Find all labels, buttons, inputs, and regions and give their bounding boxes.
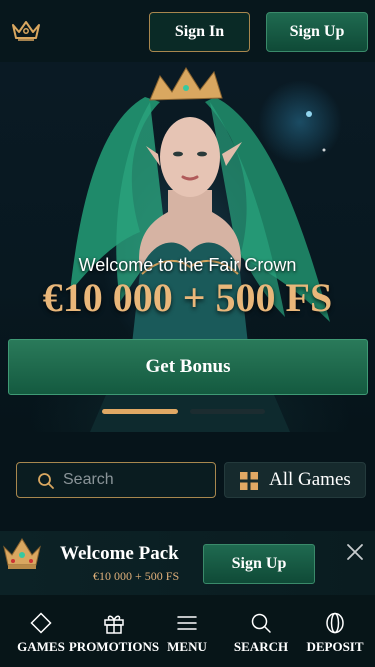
- crown-icon: [3, 538, 41, 569]
- diamond-icon: [30, 612, 52, 634]
- all-games-label: All Games: [269, 469, 351, 490]
- nav-item-promotions[interactable]: PROMOTIONS: [68, 595, 160, 667]
- close-icon[interactable]: [346, 543, 364, 561]
- sign-in-button[interactable]: Sign In: [149, 12, 250, 52]
- crown-icon[interactable]: [10, 19, 42, 43]
- hero-subtitle: Welcome to the Fair Crown: [78, 255, 297, 275]
- carousel-dot-active[interactable]: [102, 409, 178, 414]
- nav-label: PROMOTIONS: [68, 639, 160, 654]
- sign-up-button[interactable]: Sign Up: [266, 12, 368, 52]
- all-games-button[interactable]: All Games: [224, 462, 366, 498]
- nav-label: SEARCH: [233, 639, 289, 654]
- search-input[interactable]: [63, 463, 213, 497]
- coin-icon: [326, 612, 344, 634]
- grid-icon: [240, 472, 258, 490]
- promo-title: Welcome Pack: [60, 543, 179, 564]
- welcome-pack-banner: Welcome Pack €10 000 + 500 FS: [0, 531, 375, 595]
- gift-icon: [104, 615, 124, 634]
- carousel-indicator: [0, 409, 375, 415]
- search-icon: [38, 473, 54, 489]
- carousel-dot[interactable]: [190, 409, 265, 414]
- nav-label: GAMES: [17, 639, 65, 654]
- get-bonus-button[interactable]: Get Bonus: [8, 339, 368, 395]
- menu-icon: [177, 616, 197, 630]
- search-box[interactable]: [16, 462, 216, 498]
- bottom-nav: GAMES PROMOTIONS MENU SEARCH DEPOSIT: [0, 595, 375, 667]
- promo-sign-up-button[interactable]: Sign Up: [203, 544, 315, 584]
- promo-subtitle: €10 000 + 500 FS: [93, 569, 180, 583]
- nav-label: DEPOSIT: [306, 639, 364, 654]
- nav-label: MENU: [167, 639, 207, 654]
- hero-bonus-amount: €10 000 + 500 FS: [42, 275, 333, 320]
- nav-item-search[interactable]: SEARCH: [232, 595, 290, 667]
- nav-item-deposit[interactable]: DEPOSIT: [306, 595, 364, 667]
- nav-item-menu[interactable]: MENU: [164, 595, 210, 667]
- nav-item-games[interactable]: GAMES: [14, 595, 68, 667]
- header: Sign In Sign Up: [0, 0, 375, 62]
- search-icon: [251, 613, 271, 633]
